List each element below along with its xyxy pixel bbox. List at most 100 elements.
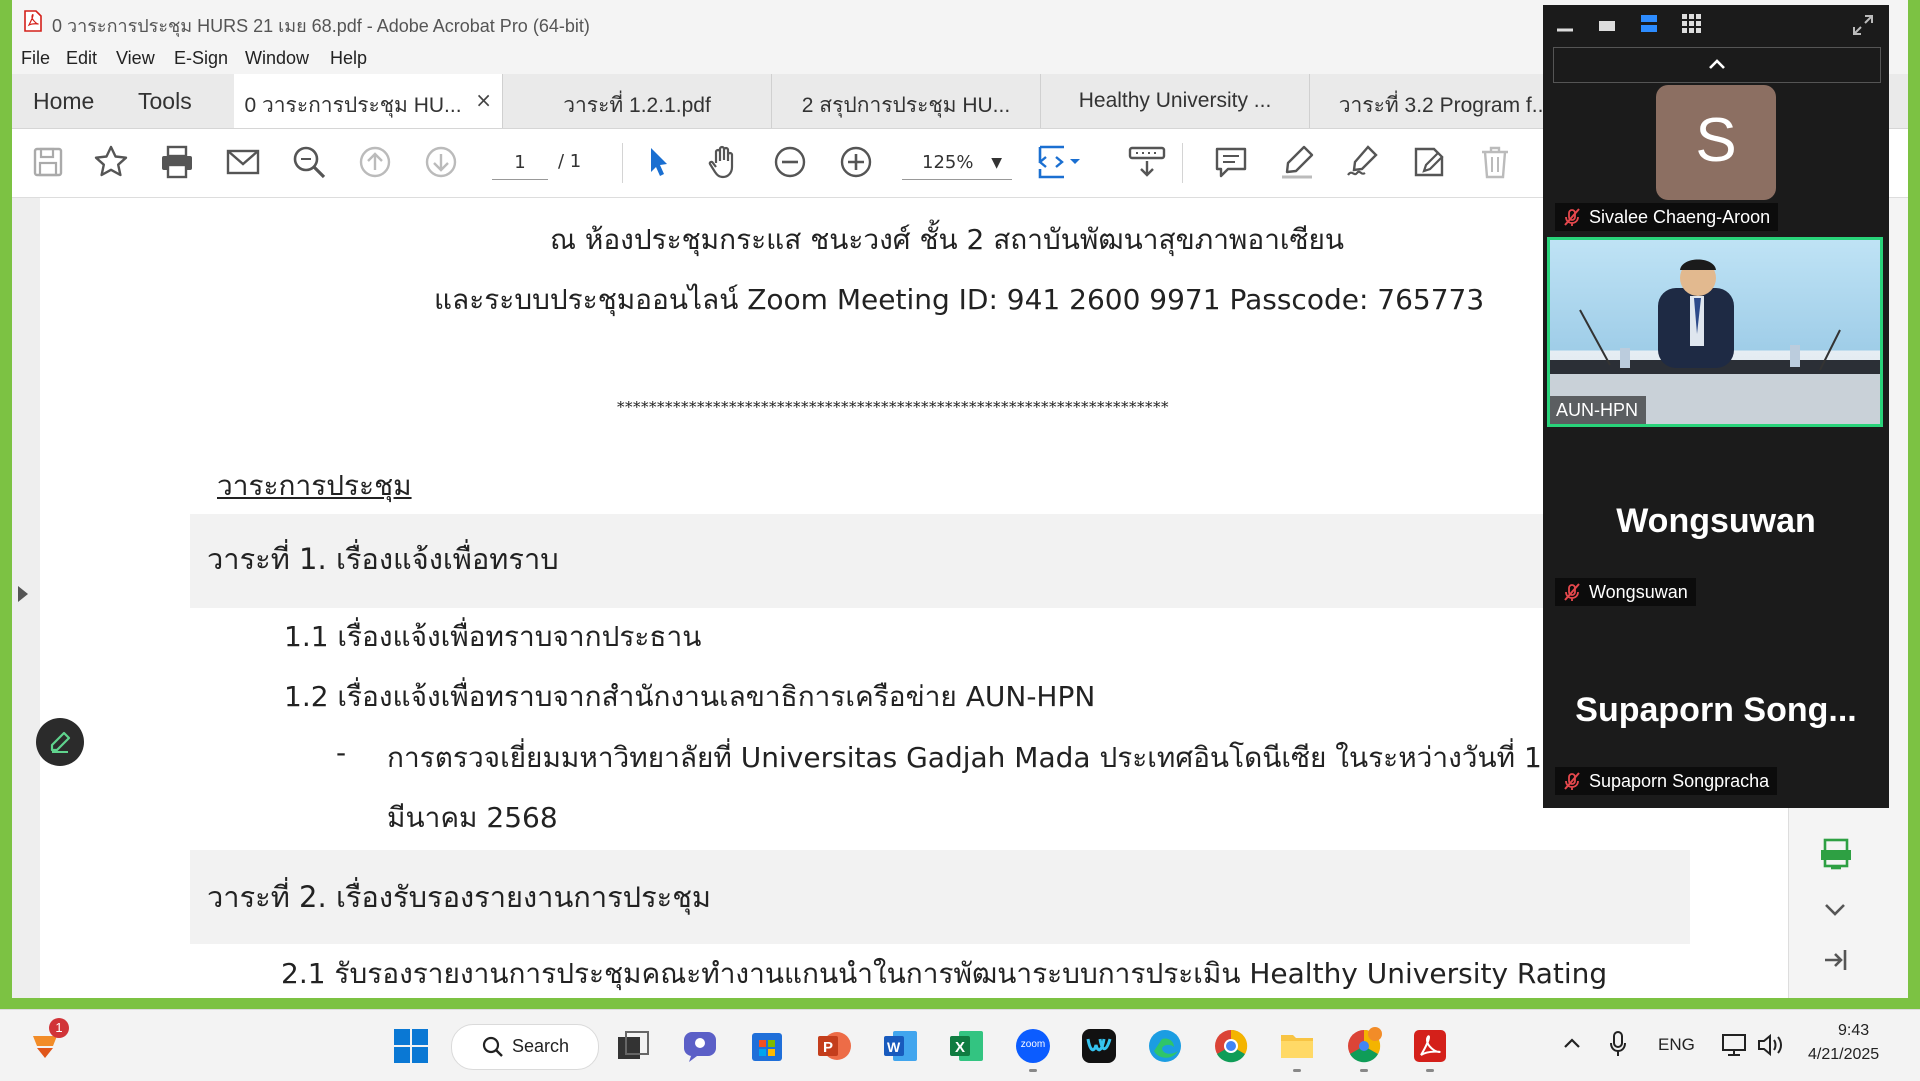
edge-browser-icon[interactable]	[1146, 1027, 1184, 1065]
page-down-icon[interactable]	[422, 143, 460, 181]
participant-name-tag: AUN-HPN	[1550, 396, 1647, 424]
tab-home[interactable]: Home	[33, 88, 94, 115]
svg-text:P: P	[823, 1039, 833, 1056]
page-total: / 1	[558, 151, 582, 172]
comment-icon[interactable]	[1212, 143, 1250, 181]
agenda-bullet-text: การตรวจเยี่ยมมหาวิทยาลัยที่ Universitas …	[387, 741, 1570, 774]
chevron-down-icon[interactable]	[1823, 900, 1847, 920]
menu-help[interactable]: Help	[330, 48, 367, 69]
chevron-down-icon: ▼	[991, 155, 1002, 171]
zoom-app-icon[interactable]: zoom	[1014, 1027, 1052, 1065]
pencil-icon	[50, 731, 71, 753]
fit-page-icon[interactable]	[1034, 143, 1084, 181]
participant-name: Supaporn Songpracha	[1589, 771, 1770, 791]
minimize-icon[interactable]	[1555, 15, 1575, 35]
input-language[interactable]: ENG	[1658, 1035, 1695, 1055]
zoom-in-icon[interactable]	[837, 143, 875, 181]
agenda-heading: วาระการประชุม	[217, 469, 412, 502]
chat-app-icon[interactable]	[681, 1027, 719, 1065]
menu-file[interactable]: File	[21, 48, 50, 69]
doc-tab-label: วาระที่ 1.2.1.pdf	[563, 94, 711, 117]
notification-badge: 1	[49, 1018, 69, 1038]
acrobat-app-icon[interactable]	[1411, 1027, 1449, 1065]
doc-tab-agenda-1-2-1[interactable]: วาระที่ 1.2.1.pdf	[503, 74, 772, 128]
zoom-level-value: 125%	[922, 152, 974, 173]
doc-zoom-line: และระบบประชุมออนไลน์ Zoom Meeting ID: 94…	[434, 283, 1485, 316]
page-number-input[interactable]: 1	[492, 147, 548, 180]
network-icon[interactable]	[1720, 1032, 1748, 1058]
save-icon[interactable]	[29, 143, 67, 181]
bookmark-star-icon[interactable]	[92, 143, 130, 181]
participant-name-tag: Supaporn Songpracha	[1555, 767, 1778, 795]
menu-window[interactable]: Window	[245, 48, 309, 69]
email-icon[interactable]	[224, 143, 262, 181]
agenda-item-1-1: 1.1 เรื่องแจ้งเพื่อทราบจากประธาน	[284, 620, 702, 653]
pdf-page: ณ ห้องประชุมกระแส ชนะวงศ์ ชั้น 2 สถาบันพ…	[40, 198, 1790, 998]
clock-time[interactable]: 9:43	[1838, 1022, 1869, 1040]
pdf-file-icon	[24, 10, 42, 32]
excel-icon[interactable]: X	[947, 1027, 985, 1065]
taskbar-search[interactable]: Search	[451, 1024, 599, 1070]
menu-esign[interactable]: E-Sign	[174, 48, 228, 69]
app-notification-icon[interactable]: 1	[29, 1018, 69, 1064]
doc-tab-agenda-3-2[interactable]: วาระที่ 3.2 Program f...	[1310, 74, 1579, 128]
tab-tools[interactable]: Tools	[138, 88, 192, 115]
print-icon[interactable]	[158, 143, 196, 181]
menu-edit[interactable]: Edit	[66, 48, 97, 69]
edit-floating-button[interactable]	[36, 718, 84, 766]
zoom-out-icon[interactable]	[771, 143, 809, 181]
zoom-level-select[interactable]: 125% ▼	[902, 147, 1012, 180]
scroll-up-button[interactable]	[1553, 47, 1881, 83]
participant-display-name: Wongsuwan	[1616, 502, 1816, 540]
avatar-initial: S	[1695, 106, 1737, 175]
zoom-video-panel: S Sivalee Chaeng-Aroon AUN-HPN Wongsuwan…	[1543, 5, 1889, 808]
close-icon[interactable]: ×	[475, 88, 492, 112]
mic-muted-icon	[1564, 772, 1580, 790]
participant-display-name: Supaporn Song...	[1575, 691, 1857, 729]
doc-tab-label: Healthy University ...	[1078, 89, 1272, 112]
doc-tab-healthy-university[interactable]: Healthy University ...	[1041, 74, 1310, 128]
running-indicator	[1293, 1069, 1301, 1072]
clock-date[interactable]: 4/21/2025	[1808, 1046, 1879, 1064]
export-pdf-icon[interactable]	[1817, 836, 1855, 874]
speaker-view-icon[interactable]	[1597, 15, 1617, 35]
collapse-panel-icon[interactable]	[1821, 946, 1849, 974]
sign-icon[interactable]	[1344, 143, 1382, 181]
zoom-app-label: zoom	[1020, 1039, 1046, 1050]
participant-name: AUN-HPN	[1556, 400, 1639, 420]
microsoft-store-icon[interactable]	[748, 1027, 786, 1065]
gallery-view-icon[interactable]	[1681, 13, 1703, 35]
scroll-mode-icon[interactable]	[1127, 143, 1167, 181]
search-icon[interactable]	[290, 143, 328, 181]
mic-muted-icon	[1564, 208, 1580, 226]
page-up-icon[interactable]	[356, 143, 394, 181]
windows-start-icon[interactable]	[392, 1027, 430, 1065]
chrome-icon[interactable]	[1212, 1027, 1250, 1065]
agenda-item-1: วาระที่ 1. เรื่องแจ้งเพื่อทราบ	[207, 542, 559, 576]
doc-tab-summary[interactable]: 2 สรุปการประชุม HU...	[772, 74, 1041, 128]
bullet-dash: -	[336, 736, 347, 769]
chevron-up-icon[interactable]	[1562, 1035, 1582, 1051]
left-panel-toggle[interactable]	[12, 198, 40, 998]
chrome-profile-icon[interactable]	[1345, 1027, 1383, 1065]
participant-video[interactable]: AUN-HPN	[1547, 237, 1883, 427]
participant-name-tag: Sivalee Chaeng-Aroon	[1555, 203, 1779, 231]
highlight-icon[interactable]	[1278, 143, 1316, 181]
microphone-icon[interactable]	[1608, 1030, 1628, 1058]
doc-tab-label: 0 วาระการประชุม HU...	[244, 94, 462, 117]
menu-view[interactable]: View	[116, 48, 155, 69]
edit-pdf-icon[interactable]	[1410, 143, 1448, 181]
strip-view-icon[interactable]	[1639, 13, 1659, 35]
delete-icon[interactable]	[1476, 143, 1514, 181]
file-explorer-icon[interactable]	[1278, 1027, 1316, 1065]
word-icon[interactable]: W	[881, 1027, 919, 1065]
select-cursor-icon[interactable]	[639, 143, 677, 181]
doc-tab-agenda[interactable]: 0 วาระการประชุม HU... ×	[234, 74, 503, 128]
powerpoint-icon[interactable]: P	[815, 1027, 853, 1065]
hand-tool-icon[interactable]	[705, 143, 743, 181]
task-view-icon[interactable]	[614, 1027, 652, 1065]
webex-icon[interactable]	[1080, 1027, 1118, 1065]
agenda-item-2: วาระที่ 2. เรื่องรับรองรายงานการประชุม	[207, 880, 712, 914]
volume-icon[interactable]	[1756, 1032, 1784, 1058]
expand-icon[interactable]	[1851, 13, 1875, 37]
